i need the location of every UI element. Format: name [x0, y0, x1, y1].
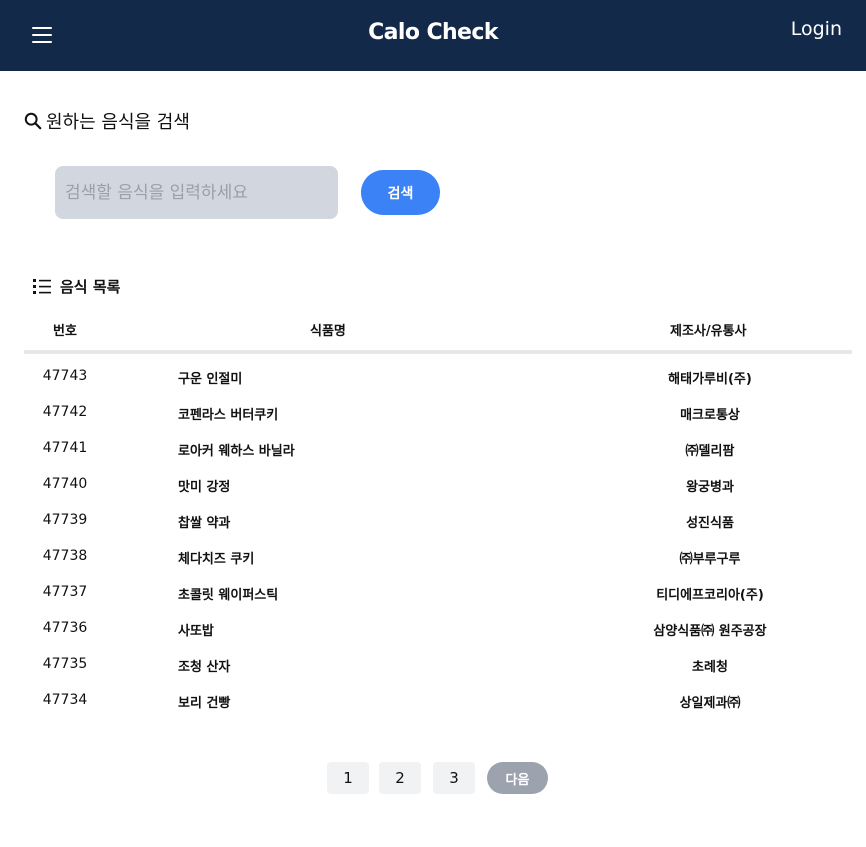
table-header: 번호 식품명 제조사/유통사: [24, 314, 852, 352]
row-maker: ㈜델리팜: [685, 444, 735, 459]
row-maker: 삼양식품㈜ 원주공장: [653, 624, 767, 639]
page-button-3[interactable]: 3: [433, 762, 475, 794]
row-number: 47737: [42, 584, 88, 600]
list-heading: 음식 목록: [32, 276, 120, 297]
table-row[interactable]: 47737 초콜릿 웨이퍼스틱 티디에프코리아(주): [24, 575, 852, 611]
row-food-name: 찹쌀 약과: [178, 516, 231, 531]
row-number: 47740: [42, 476, 88, 492]
table-row[interactable]: 47743 구운 인절미 해태가루비(주): [24, 359, 852, 395]
row-food-name: 코펜라스 버터쿠키: [178, 408, 279, 423]
row-number: 47734: [42, 692, 88, 708]
column-header-maker: 제조사/유통사: [670, 324, 747, 339]
row-maker: 상일제과㈜: [679, 696, 741, 711]
login-link[interactable]: Login: [791, 18, 842, 40]
row-number: 47738: [42, 548, 88, 564]
row-maker: 왕궁병과: [686, 480, 734, 495]
search-heading-label: 원하는 음식을 검색: [46, 112, 190, 133]
pagination: 1 2 3 다음: [0, 762, 866, 794]
table-row[interactable]: 47741 로아커 웨하스 바닐라 ㈜델리팜: [24, 431, 852, 467]
page-button-1[interactable]: 1: [327, 762, 369, 794]
row-food-name: 맛미 강정: [178, 480, 231, 495]
search-heading: 원하는 음식을 검색: [24, 108, 190, 134]
row-number: 47735: [42, 656, 88, 672]
row-food-name: 구운 인절미: [178, 372, 243, 387]
top-navbar: Calo Check Login: [0, 0, 866, 71]
row-food-name: 체다치즈 쿠키: [178, 552, 255, 567]
row-food-name: 초콜릿 웨이퍼스틱: [178, 588, 279, 603]
table-row[interactable]: 47734 보리 건빵 상일제과㈜: [24, 683, 852, 719]
row-food-name: 로아커 웨하스 바닐라: [178, 444, 295, 459]
row-number: 47736: [42, 620, 88, 636]
row-food-name: 사또밥: [178, 624, 214, 639]
row-maker: 티디에프코리아(주): [656, 588, 764, 603]
table-row[interactable]: 47739 찹쌀 약과 성진식품: [24, 503, 852, 539]
page-button-2[interactable]: 2: [379, 762, 421, 794]
app-title: Calo Check: [368, 20, 498, 45]
table-header-divider: [24, 350, 852, 354]
row-number: 47742: [42, 404, 88, 420]
row-maker: 초례청: [692, 660, 728, 675]
next-page-button[interactable]: 다음: [487, 762, 548, 794]
food-table: 47743 구운 인절미 해태가루비(주) 47742 코펜라스 버터쿠키 매크…: [24, 359, 852, 719]
row-food-name: 조청 산자: [178, 660, 231, 675]
table-row[interactable]: 47742 코펜라스 버터쿠키 매크로통상: [24, 395, 852, 431]
table-row[interactable]: 47740 맛미 강정 왕궁병과: [24, 467, 852, 503]
column-header-no: 번호: [53, 324, 77, 339]
row-maker: ㈜부루구루: [679, 552, 741, 567]
row-maker: 성진식품: [686, 516, 734, 531]
row-number: 47741: [42, 440, 88, 456]
row-maker: 매크로통상: [680, 408, 740, 423]
list-heading-label: 음식 목록: [60, 278, 121, 296]
search-button[interactable]: 검색: [361, 170, 440, 215]
row-food-name: 보리 건빵: [178, 696, 231, 711]
column-header-name: 식품명: [310, 324, 346, 339]
table-row[interactable]: 47738 체다치즈 쿠키 ㈜부루구루: [24, 539, 852, 575]
list-icon: [33, 278, 51, 294]
table-row[interactable]: 47736 사또밥 삼양식품㈜ 원주공장: [24, 611, 852, 647]
row-number: 47739: [42, 512, 88, 528]
row-maker: 해태가루비(주): [668, 372, 752, 387]
table-row[interactable]: 47735 조청 산자 초례청: [24, 647, 852, 683]
search-input[interactable]: [55, 166, 338, 219]
search-icon: [24, 112, 42, 130]
row-number: 47743: [42, 368, 88, 384]
